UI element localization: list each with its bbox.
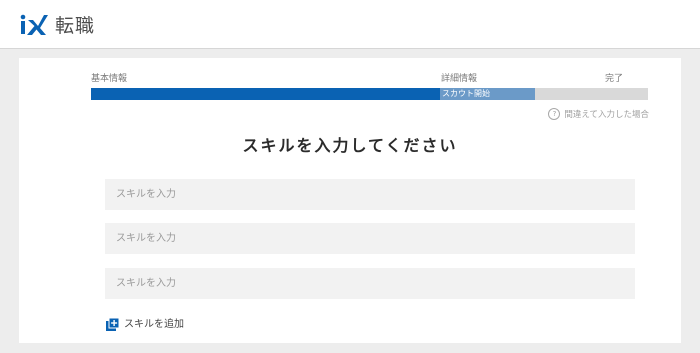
help-link-label: 間違えて入力した場合 bbox=[564, 110, 649, 120]
step-label-basic: 基本情報 bbox=[91, 74, 128, 84]
help-link[interactable]: ? 間違えて入力した場合 bbox=[548, 108, 649, 120]
skill-input-1[interactable] bbox=[105, 179, 635, 210]
add-skill-label: スキルを追加 bbox=[124, 319, 184, 330]
app-header: 転職 bbox=[0, 0, 700, 49]
logo[interactable]: 転職 bbox=[19, 9, 95, 39]
question-circle-icon: ? bbox=[548, 108, 561, 120]
ix-logo-icon bbox=[20, 14, 48, 35]
scout-label: スカウト開始 bbox=[442, 89, 490, 98]
progress-fill bbox=[91, 88, 441, 100]
step-label-details: 詳細情報 bbox=[441, 74, 478, 84]
skill-input-2[interactable] bbox=[105, 223, 635, 254]
progress-bar bbox=[91, 88, 648, 100]
step-label-complete: 完了 bbox=[605, 74, 624, 84]
add-box-icon bbox=[106, 316, 120, 331]
add-skill-button[interactable]: スキルを追加 bbox=[106, 315, 184, 331]
logo-text: 転職 bbox=[55, 14, 96, 37]
page-title: スキルを入力してください bbox=[242, 136, 458, 155]
skill-input-3[interactable] bbox=[105, 268, 635, 299]
